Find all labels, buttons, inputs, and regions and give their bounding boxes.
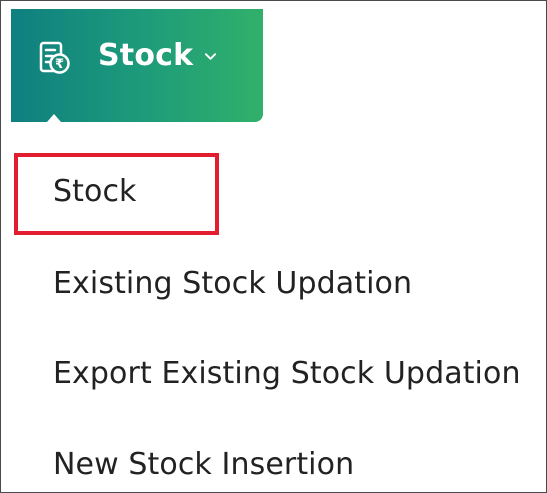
screenshot-frame: ₹ Stock Stock Existing Stock Updation Ex… — [0, 0, 547, 493]
chevron-down-icon — [204, 53, 217, 60]
stock-menu-button[interactable]: ₹ Stock — [11, 9, 263, 130]
stock-rupee-icon: ₹ — [39, 41, 70, 74]
stock-menu-label: Stock — [98, 38, 194, 73]
svg-text:₹: ₹ — [55, 57, 64, 72]
highlight-box — [14, 153, 219, 235]
menu-item-new-stock-insertion-label: New Stock Insertion — [53, 447, 355, 482]
menu-item-export-existing-stock-updation-label: Export Existing Stock Updation — [53, 356, 521, 391]
menu-item-existing-stock-updation-label: Existing Stock Updation — [53, 266, 413, 301]
